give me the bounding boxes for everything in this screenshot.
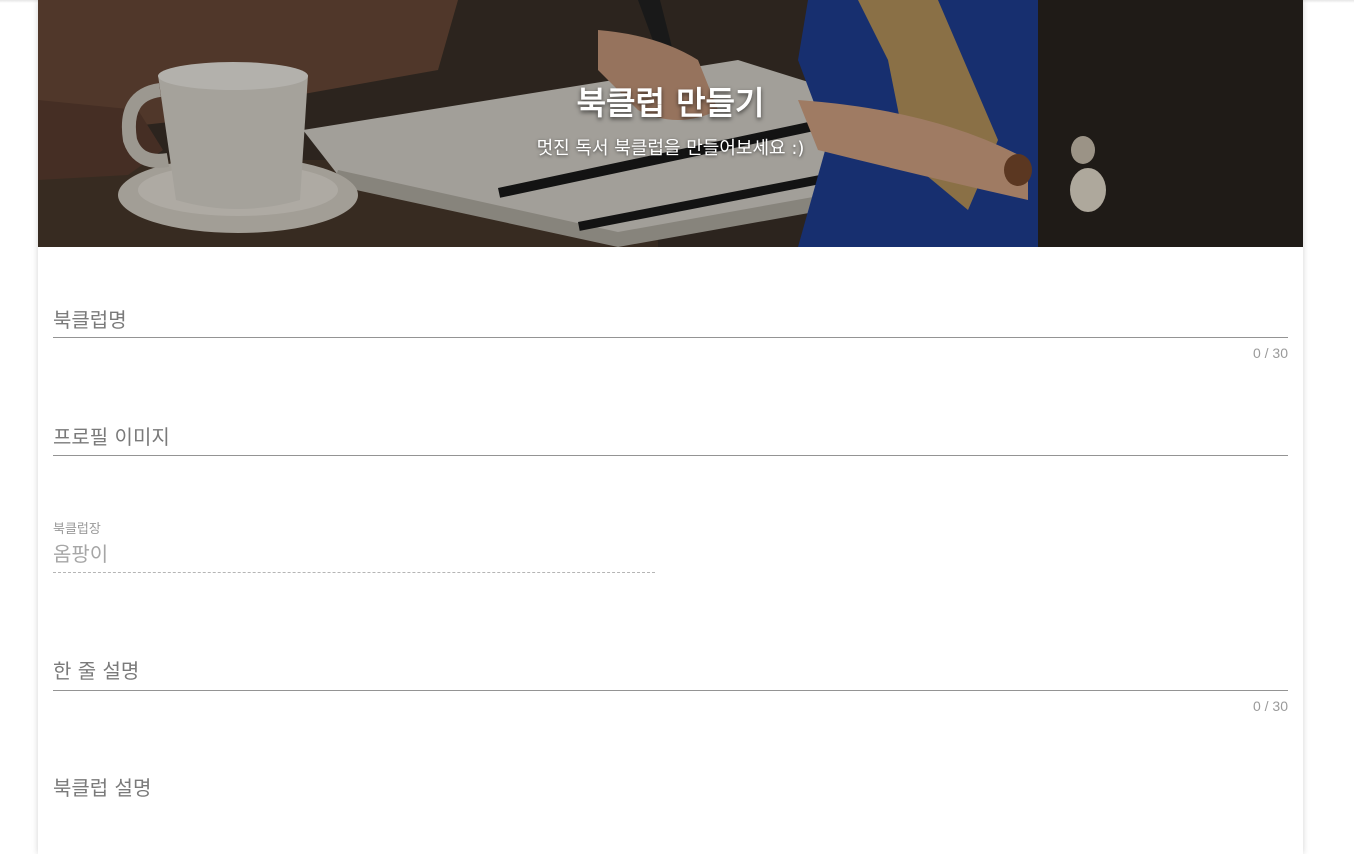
club-name-label: 북클럽명: [53, 308, 127, 332]
profile-image-field[interactable]: 프로필 이미지: [53, 407, 1288, 457]
short-description-underline: [53, 690, 1288, 691]
page-title: 북클럽 만들기: [576, 84, 765, 122]
club-leader-label: 북클럽장: [53, 522, 101, 537]
form-card: 북클럽 만들기 멋진 독서 북클럽을 만들어보세요 :) 북클럽명 0 / 30…: [38, 0, 1303, 854]
profile-image-label: 프로필 이미지: [53, 425, 170, 449]
club-description-label: 북클럽 설명: [53, 776, 152, 800]
short-description-label: 한 줄 설명: [53, 659, 140, 683]
short-description-char-counter: 0 / 30: [1252, 698, 1288, 714]
club-name-underline: [53, 337, 1288, 338]
club-description-field[interactable]: 북클럽 설명: [53, 760, 1288, 854]
hero-banner: 북클럽 만들기 멋진 독서 북클럽을 만들어보세요 :): [38, 0, 1303, 247]
club-leader-field: 북클럽장 옴팡이: [53, 514, 655, 574]
club-leader-value: 옴팡이: [53, 542, 109, 566]
profile-image-underline: [53, 455, 1288, 456]
page-subtitle: 멋진 독서 북클럽을 만들어보세요 :): [536, 138, 805, 159]
short-description-field[interactable]: 한 줄 설명 0 / 30: [53, 643, 1288, 723]
club-leader-underline: [53, 572, 655, 573]
club-name-char-counter: 0 / 30: [1252, 345, 1288, 361]
club-name-field[interactable]: 북클럽명 0 / 30: [53, 290, 1288, 370]
